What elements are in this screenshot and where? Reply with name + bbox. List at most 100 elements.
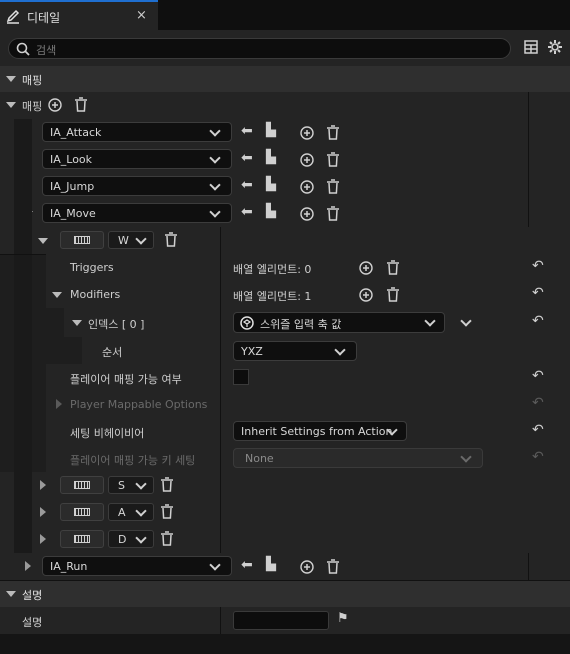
collapse-arrow-icon[interactable] bbox=[6, 591, 16, 597]
trash-icon[interactable] bbox=[160, 477, 174, 492]
action-select[interactable]: IA_Look bbox=[42, 149, 232, 169]
add-icon[interactable] bbox=[359, 288, 373, 302]
reset-icon: ↶ bbox=[532, 395, 544, 411]
action-row: IA_Jump ⬅ ▙ bbox=[0, 173, 570, 201]
browse-icon[interactable]: ▙ bbox=[266, 123, 276, 138]
tab-details[interactable]: 디테일 × bbox=[0, 0, 158, 30]
chevron-down-icon bbox=[209, 559, 221, 571]
keyboard-button[interactable] bbox=[60, 503, 104, 521]
chevron-down-icon bbox=[209, 125, 221, 137]
expand-arrow-icon[interactable] bbox=[6, 102, 16, 108]
chevron-down-icon bbox=[135, 532, 147, 544]
modifier-select[interactable]: 스위즐 입력 축 값 bbox=[233, 312, 445, 333]
expand-arrow-icon[interactable] bbox=[38, 238, 48, 244]
expand-arrow-icon[interactable] bbox=[72, 320, 82, 326]
reset-icon[interactable]: ↶ bbox=[532, 422, 544, 438]
add-icon[interactable] bbox=[300, 180, 314, 194]
order-select[interactable]: YXZ bbox=[233, 341, 357, 361]
action-name: IA_Move bbox=[50, 207, 96, 220]
add-icon[interactable] bbox=[300, 153, 314, 167]
chevron-down-icon bbox=[209, 206, 221, 218]
key-select[interactable]: S bbox=[108, 476, 154, 494]
expand-arrow-icon[interactable] bbox=[40, 480, 46, 490]
chevron-down-icon[interactable] bbox=[460, 315, 472, 327]
key-value: W bbox=[118, 234, 129, 247]
use-selected-icon[interactable]: ⬅ bbox=[241, 557, 253, 573]
trash-icon[interactable] bbox=[326, 152, 340, 167]
add-icon[interactable] bbox=[359, 261, 373, 275]
pencil-icon bbox=[6, 9, 20, 24]
reset-icon[interactable]: ↶ bbox=[532, 368, 544, 384]
keyboard-button[interactable] bbox=[60, 231, 104, 249]
trash-icon[interactable] bbox=[386, 260, 400, 275]
trash-icon[interactable] bbox=[164, 232, 178, 247]
keyboard-button[interactable] bbox=[60, 476, 104, 494]
key-select[interactable]: W bbox=[108, 231, 154, 249]
key-select[interactable]: A bbox=[108, 503, 154, 521]
order-value: YXZ bbox=[241, 345, 263, 358]
trash-icon[interactable] bbox=[326, 125, 340, 140]
gear-icon[interactable] bbox=[547, 39, 563, 55]
action-select[interactable]: IA_Move bbox=[42, 203, 232, 223]
key-value: S bbox=[118, 479, 125, 492]
use-selected-icon[interactable]: ⬅ bbox=[241, 123, 253, 139]
use-selected-icon[interactable]: ⬅ bbox=[241, 150, 253, 166]
setting-behavior-row: 세팅 비헤이비어 Inherit Settings from Action ↶ bbox=[46, 418, 570, 446]
browse-icon[interactable]: ▙ bbox=[266, 177, 276, 192]
use-selected-icon[interactable]: ⬅ bbox=[241, 177, 253, 193]
section-description-header[interactable]: 설명 bbox=[0, 581, 570, 607]
add-icon[interactable] bbox=[300, 207, 314, 221]
description-input[interactable] bbox=[233, 611, 329, 630]
order-label: 순서 bbox=[102, 346, 123, 359]
reset-icon[interactable]: ↶ bbox=[532, 258, 544, 274]
section-mapping-header[interactable]: 매핑 bbox=[0, 66, 570, 92]
player-mappable-options-row: Player Mappable Options ↶ bbox=[46, 391, 570, 419]
player-mappable-checkbox[interactable] bbox=[233, 369, 249, 385]
expand-arrow-icon[interactable] bbox=[25, 561, 31, 571]
setting-behavior-label: 세팅 비헤이비어 bbox=[70, 427, 145, 440]
flag-icon[interactable]: ⚑ bbox=[337, 611, 349, 626]
table-icon[interactable] bbox=[524, 40, 538, 54]
action-select[interactable]: IA_Run bbox=[42, 556, 232, 576]
trash-icon[interactable] bbox=[326, 559, 340, 574]
keyboard-icon bbox=[74, 481, 90, 489]
search-placeholder: 검색 bbox=[36, 44, 57, 57]
expand-arrow-icon[interactable] bbox=[40, 507, 46, 517]
player-key-setting-label: 플레이어 매핑 가능 키 세팅 bbox=[70, 454, 196, 467]
trash-icon[interactable] bbox=[160, 504, 174, 519]
setting-behavior-select[interactable]: Inherit Settings from Action bbox=[233, 421, 407, 441]
add-icon[interactable] bbox=[48, 98, 62, 112]
trash-icon[interactable] bbox=[386, 287, 400, 302]
expand-arrow-icon[interactable] bbox=[52, 292, 62, 298]
reset-icon[interactable]: ↶ bbox=[532, 285, 544, 301]
trash-icon[interactable] bbox=[74, 97, 88, 112]
browse-icon[interactable]: ▙ bbox=[266, 150, 276, 165]
add-icon[interactable] bbox=[300, 560, 314, 574]
add-icon[interactable] bbox=[300, 126, 314, 140]
expand-arrow-icon[interactable] bbox=[40, 534, 46, 544]
triggers-label: Triggers bbox=[70, 261, 114, 274]
trash-icon[interactable] bbox=[326, 179, 340, 194]
section-title: 설명 bbox=[22, 589, 43, 602]
close-icon[interactable]: × bbox=[136, 8, 147, 23]
action-select[interactable]: IA_Jump bbox=[42, 176, 232, 196]
trash-icon[interactable] bbox=[160, 531, 174, 546]
reset-icon[interactable]: ↶ bbox=[532, 313, 544, 329]
chevron-down-icon bbox=[424, 315, 436, 327]
key-row: S bbox=[0, 472, 570, 500]
search-input[interactable]: 검색 bbox=[8, 38, 511, 59]
modifiers-value: 배열 엘리먼트: 1 bbox=[233, 290, 312, 303]
order-row: 순서 YXZ bbox=[46, 337, 570, 365]
collapse-arrow-icon[interactable] bbox=[6, 76, 16, 82]
reset-icon: ↶ bbox=[532, 449, 544, 465]
use-selected-icon[interactable]: ⬅ bbox=[241, 204, 253, 220]
browse-icon[interactable]: ▙ bbox=[266, 557, 276, 572]
key-row: A bbox=[0, 499, 570, 527]
trash-icon[interactable] bbox=[326, 206, 340, 221]
key-select[interactable]: D bbox=[108, 530, 154, 548]
keyboard-button[interactable] bbox=[60, 530, 104, 548]
browse-icon[interactable]: ▙ bbox=[266, 204, 276, 219]
key-row-w: W bbox=[0, 227, 570, 255]
action-select[interactable]: IA_Attack bbox=[42, 122, 232, 142]
triggers-value: 배열 엘리먼트: 0 bbox=[233, 263, 312, 276]
